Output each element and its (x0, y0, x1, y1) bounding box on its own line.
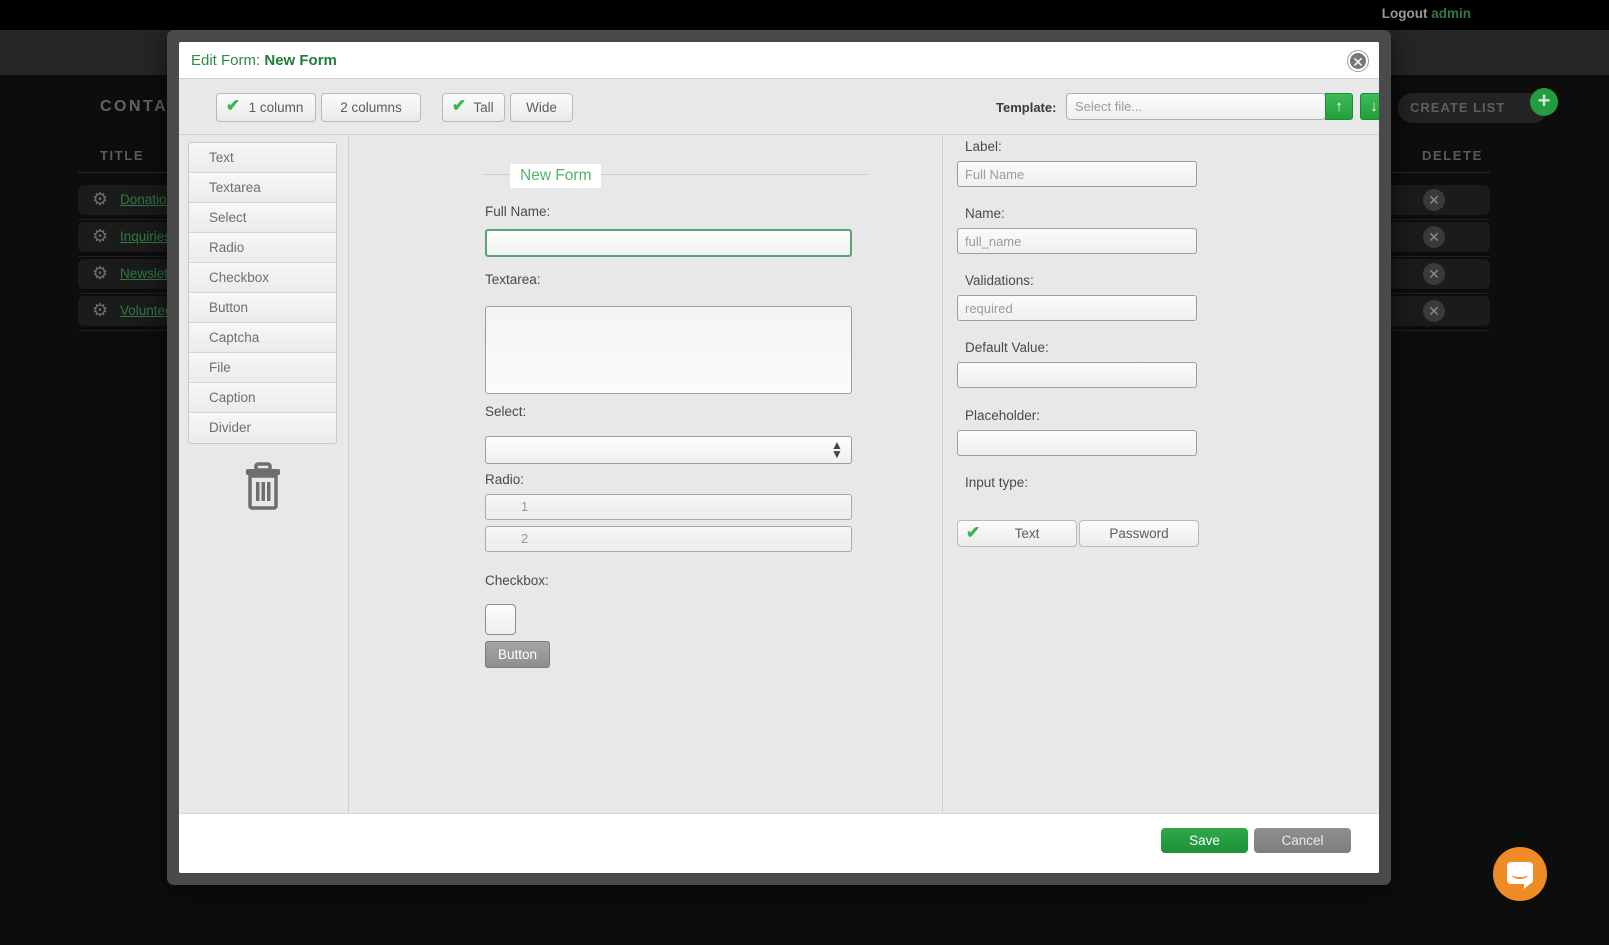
palette-item-checkbox[interactable]: Checkbox (189, 263, 336, 293)
username-label: admin (1431, 6, 1471, 21)
modal-toolbar: ✔ 1 column 2 columns ✔ Tall Wide Templat… (179, 80, 1379, 135)
palette-item-button[interactable]: Button (189, 293, 336, 323)
trash-icon[interactable] (241, 461, 285, 511)
modal-title-value: New Form (264, 52, 337, 69)
check-icon: ✔ (451, 96, 467, 115)
check-icon: ✔ (966, 523, 981, 542)
validations-field-label: Validations: (965, 273, 1034, 288)
palette-item-file[interactable]: File (189, 353, 336, 383)
placeholder-field-input[interactable] (957, 430, 1197, 456)
layout-wide-button[interactable]: Wide (510, 93, 573, 122)
form-canvas: New Form Full Name: Textarea: Select: ▲ ▼… (350, 136, 943, 813)
gear-icon[interactable]: ⚙ (92, 264, 110, 282)
create-list-label: CREATE LIST (1410, 100, 1506, 115)
delete-row-icon[interactable]: ✕ (1423, 263, 1445, 285)
radio-option-2[interactable]: 2 (485, 526, 852, 552)
label-field-label: Label: (965, 139, 1002, 154)
default-value-field-input[interactable] (957, 362, 1197, 388)
layout-two-columns-button[interactable]: 2 columns (321, 93, 421, 122)
logout-area[interactable]: Logout admin (1382, 6, 1471, 21)
gear-icon[interactable]: ⚙ (92, 301, 110, 319)
label-field-input[interactable] (957, 161, 1197, 187)
palette-list: Text Textarea Select Radio Checkbox Button Cap… (188, 142, 337, 444)
palette-item-caption[interactable]: Caption (189, 383, 336, 413)
palette-item-text[interactable]: Text (189, 143, 336, 173)
palette-item-divider[interactable]: Divider (189, 413, 336, 443)
layout-tall-button[interactable]: ✔ Tall (442, 93, 505, 122)
chat-bubble-icon[interactable] (1493, 847, 1547, 901)
upload-icon[interactable]: ↑ (1325, 93, 1353, 120)
modal-body: Text Textarea Select Radio Checkbox Button Cap… (179, 136, 1379, 813)
column-header-title: TITLE (100, 148, 145, 163)
gear-icon[interactable]: ⚙ (92, 190, 110, 208)
form-legend: New Form (510, 164, 602, 188)
plus-icon[interactable]: + (1530, 88, 1558, 116)
radio-option-1[interactable]: 1 (485, 494, 852, 520)
checkbox-input[interactable] (485, 604, 516, 635)
checkbox-label: Checkbox: (485, 573, 549, 588)
logout-label[interactable]: Logout (1382, 6, 1428, 21)
save-button[interactable]: Save (1161, 828, 1248, 853)
layout-one-column-button[interactable]: ✔ 1 column (216, 93, 316, 122)
layout-two-columns-label: 2 columns (340, 100, 402, 115)
modal-footer: Save Cancel (179, 813, 1379, 873)
cancel-button[interactable]: Cancel (1254, 828, 1351, 853)
default-value-field-label: Default Value: (965, 340, 1049, 355)
validations-field-input[interactable] (957, 295, 1197, 321)
palette-item-radio[interactable]: Radio (189, 233, 336, 263)
palette-item-select[interactable]: Select (189, 203, 336, 233)
template-label: Template: (996, 100, 1057, 115)
modal-title-prefix: Edit Form: (191, 52, 265, 69)
full-name-input[interactable] (485, 229, 852, 257)
modal-title: Edit Form: New Form (191, 52, 337, 69)
input-type-label: Input type: (965, 475, 1029, 490)
gear-icon[interactable]: ⚙ (92, 227, 110, 245)
input-type-password-button[interactable]: Password (1079, 520, 1199, 547)
input-type-text-button[interactable]: ✔ Text (957, 520, 1077, 547)
textarea-input[interactable] (485, 306, 852, 394)
form-button[interactable]: Button (485, 641, 551, 668)
select-label: Select: (485, 404, 527, 419)
edit-form-modal: Edit Form: New Form ✕ ✔ 1 column 2 colum… (179, 42, 1379, 873)
textarea-label: Textarea: (485, 272, 541, 287)
placeholder-field-label: Placeholder: (965, 408, 1041, 423)
close-icon[interactable]: ✕ (1348, 51, 1368, 71)
element-palette: Text Textarea Select Radio Checkbox Button Cap… (179, 136, 349, 813)
name-field-label: Name: (965, 206, 1005, 221)
name-field-input[interactable] (957, 228, 1197, 254)
delete-row-icon[interactable]: ✕ (1423, 300, 1445, 322)
column-header-delete: DELETE (1422, 148, 1483, 163)
template-file-input[interactable] (1066, 93, 1326, 120)
modal-titlebar: Edit Form: New Form ✕ (179, 42, 1379, 79)
input-type-text-label: Text (1014, 526, 1040, 541)
download-icon[interactable]: ↓ (1360, 93, 1379, 120)
delete-row-icon[interactable]: ✕ (1423, 226, 1445, 248)
input-type-password-label: Password (1109, 526, 1169, 541)
check-icon: ✔ (225, 96, 241, 115)
top-bar (0, 0, 1609, 30)
palette-item-textarea[interactable]: Textarea (189, 173, 336, 203)
delete-row-icon[interactable]: ✕ (1423, 189, 1445, 211)
properties-panel: Label: Name: Validations: Default Value:… (943, 136, 1379, 813)
chat-smile-shape (1512, 871, 1528, 879)
layout-wide-label: Wide (526, 100, 557, 115)
palette-item-captcha[interactable]: Captcha (189, 323, 336, 353)
edit-form-modal-frame: Edit Form: New Form ✕ ✔ 1 column 2 colum… (167, 30, 1391, 885)
radio-label: Radio: (485, 472, 525, 487)
full-name-label: Full Name: (485, 204, 551, 219)
select-input[interactable] (485, 436, 852, 464)
table-row-link[interactable]: Inquiries (120, 229, 171, 244)
